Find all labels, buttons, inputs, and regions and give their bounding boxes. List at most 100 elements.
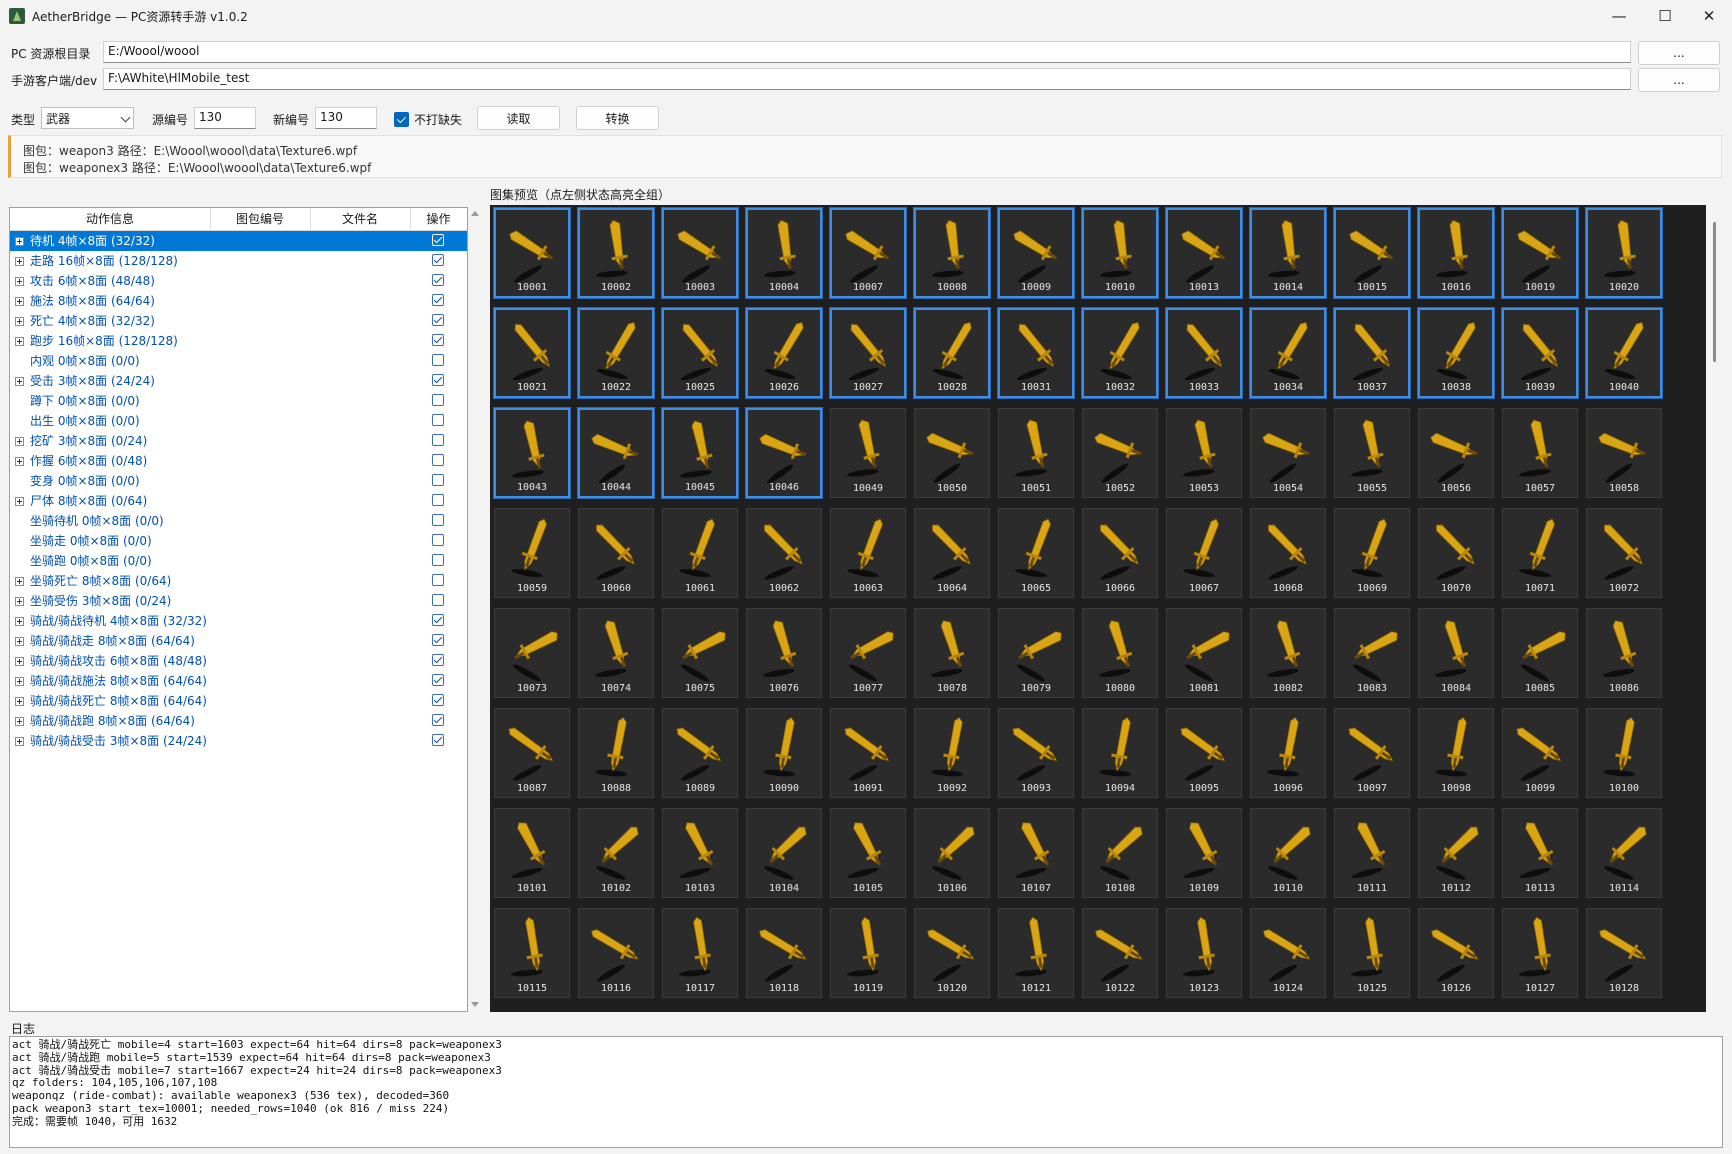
no-missing-checkbox[interactable]: 不打缺失 (394, 111, 462, 128)
checkbox-checked-icon[interactable] (432, 314, 444, 326)
atlas-tile[interactable]: 10034 (1250, 308, 1326, 398)
atlas-tile[interactable]: 10076 (746, 608, 822, 698)
atlas-tile[interactable]: 10027 (830, 308, 906, 398)
type-select[interactable]: 武器 (41, 107, 134, 129)
expand-icon[interactable] (15, 617, 24, 626)
row-checkbox[interactable] (432, 254, 444, 266)
row-checkbox[interactable] (432, 454, 444, 466)
row-checkbox[interactable] (432, 314, 444, 326)
atlas-tile[interactable]: 10083 (1334, 608, 1410, 698)
checkbox-unchecked-icon[interactable] (432, 414, 444, 426)
atlas-tile[interactable]: 10074 (578, 608, 654, 698)
atlas-tile[interactable]: 10072 (1586, 508, 1662, 598)
atlas-tile[interactable]: 10117 (662, 908, 738, 998)
atlas-tile[interactable]: 10111 (1334, 808, 1410, 898)
expand-icon[interactable] (15, 337, 24, 346)
row-checkbox[interactable] (432, 654, 444, 666)
atlas-tile[interactable]: 10100 (1586, 708, 1662, 798)
atlas-tile[interactable]: 10070 (1418, 508, 1494, 598)
new-id-input[interactable]: 130 (315, 107, 377, 129)
atlas-tile[interactable]: 10038 (1418, 308, 1494, 398)
atlas-tile[interactable]: 10115 (494, 908, 570, 998)
tree-row[interactable]: 变身 0帧×8面 (0/0) (10, 471, 467, 491)
atlas-tile[interactable]: 10040 (1586, 308, 1662, 398)
mobile-client-field[interactable]: F:\AWhite\HlMobile_test (103, 68, 1631, 90)
checkbox-checked-icon[interactable] (432, 714, 444, 726)
expand-icon[interactable] (15, 597, 24, 606)
atlas-tile[interactable]: 10071 (1502, 508, 1578, 598)
row-checkbox[interactable] (432, 714, 444, 726)
tree-row[interactable]: 攻击 6帧×8面 (48/48) (10, 271, 467, 291)
close-button[interactable]: ✕ (1686, 0, 1732, 32)
atlas-tile[interactable]: 10003 (662, 208, 738, 298)
atlas-tile[interactable]: 10062 (746, 508, 822, 598)
checkbox-unchecked-icon[interactable] (432, 534, 444, 546)
atlas-tile[interactable]: 10086 (1586, 608, 1662, 698)
atlas-tile[interactable]: 10127 (1502, 908, 1578, 998)
row-checkbox[interactable] (432, 734, 444, 746)
expand-icon[interactable] (15, 377, 24, 386)
checkbox-unchecked-icon[interactable] (432, 554, 444, 566)
checkbox-checked-icon[interactable] (432, 614, 444, 626)
atlas-tile[interactable]: 10019 (1502, 208, 1578, 298)
expand-icon[interactable] (15, 737, 24, 746)
atlas-tile[interactable]: 10051 (998, 408, 1074, 498)
atlas-tile[interactable]: 10045 (662, 408, 738, 498)
atlas-tile[interactable]: 10105 (830, 808, 906, 898)
checkbox-checked-icon[interactable] (432, 734, 444, 746)
checkbox-checked-icon[interactable] (432, 254, 444, 266)
atlas-tile[interactable]: 10079 (998, 608, 1074, 698)
checkbox-unchecked-icon[interactable] (432, 434, 444, 446)
checkbox-checked-icon[interactable] (432, 234, 444, 246)
atlas-tile[interactable]: 10028 (914, 308, 990, 398)
atlas-tile[interactable]: 10037 (1334, 308, 1410, 398)
atlas-tile[interactable]: 10098 (1418, 708, 1494, 798)
row-checkbox[interactable] (432, 574, 444, 586)
expand-icon[interactable] (15, 637, 24, 646)
atlas-tile[interactable]: 10114 (1586, 808, 1662, 898)
row-checkbox[interactable] (432, 434, 444, 446)
atlas-tile[interactable]: 10043 (494, 408, 570, 498)
atlas-tile[interactable]: 10095 (1166, 708, 1242, 798)
atlas-tile[interactable]: 10125 (1334, 908, 1410, 998)
atlas-tile[interactable]: 10118 (746, 908, 822, 998)
row-checkbox[interactable] (432, 634, 444, 646)
convert-button[interactable]: 转换 (576, 106, 659, 130)
atlas-tile[interactable]: 10094 (1082, 708, 1158, 798)
row-checkbox[interactable] (432, 234, 444, 246)
atlas-tile[interactable]: 10014 (1250, 208, 1326, 298)
atlas-tile[interactable]: 10010 (1082, 208, 1158, 298)
atlas-tile[interactable]: 10120 (914, 908, 990, 998)
tree-row[interactable]: 骑战/骑战攻击 6帧×8面 (48/48) (10, 651, 467, 671)
checkbox-checked-icon[interactable] (432, 654, 444, 666)
atlas-tile[interactable]: 10084 (1418, 608, 1494, 698)
atlas-tile[interactable]: 10044 (578, 408, 654, 498)
row-checkbox[interactable] (432, 294, 444, 306)
row-checkbox[interactable] (432, 614, 444, 626)
tree-row[interactable]: 坐骑走 0帧×8面 (0/0) (10, 531, 467, 551)
atlas-tile[interactable]: 10122 (1082, 908, 1158, 998)
atlas-tile[interactable]: 10107 (998, 808, 1074, 898)
checkbox-checked-icon[interactable] (432, 274, 444, 286)
scroll-down-arrow-icon[interactable] (471, 1002, 479, 1007)
row-checkbox[interactable] (432, 334, 444, 346)
atlas-tile[interactable]: 10004 (746, 208, 822, 298)
pc-root-field[interactable]: E:/Woool/woool (103, 41, 1631, 63)
atlas-tile[interactable]: 10060 (578, 508, 654, 598)
row-checkbox[interactable] (432, 694, 444, 706)
tree-row[interactable]: 骑战/骑战受击 3帧×8面 (24/24) (10, 731, 467, 751)
atlas-tile[interactable]: 10016 (1418, 208, 1494, 298)
atlas-tile[interactable]: 10104 (746, 808, 822, 898)
expand-icon[interactable] (15, 297, 24, 306)
atlas-tile[interactable]: 10090 (746, 708, 822, 798)
tree-row[interactable]: 骑战/骑战走 8帧×8面 (64/64) (10, 631, 467, 651)
tree-row[interactable]: 施法 8帧×8面 (64/64) (10, 291, 467, 311)
checkbox-checked-icon[interactable] (432, 634, 444, 646)
checkbox-checked-icon[interactable] (432, 374, 444, 386)
tree-row[interactable]: 挖矿 3帧×8面 (0/24) (10, 431, 467, 451)
checkbox-unchecked-icon[interactable] (432, 474, 444, 486)
expand-icon[interactable] (15, 437, 24, 446)
atlas-tile[interactable]: 10055 (1334, 408, 1410, 498)
tree-row[interactable]: 坐骑待机 0帧×8面 (0/0) (10, 511, 467, 531)
atlas-preview-gallery[interactable]: 10001 10002 10003 10004 10007 10008 10009 10010… (490, 205, 1706, 1012)
